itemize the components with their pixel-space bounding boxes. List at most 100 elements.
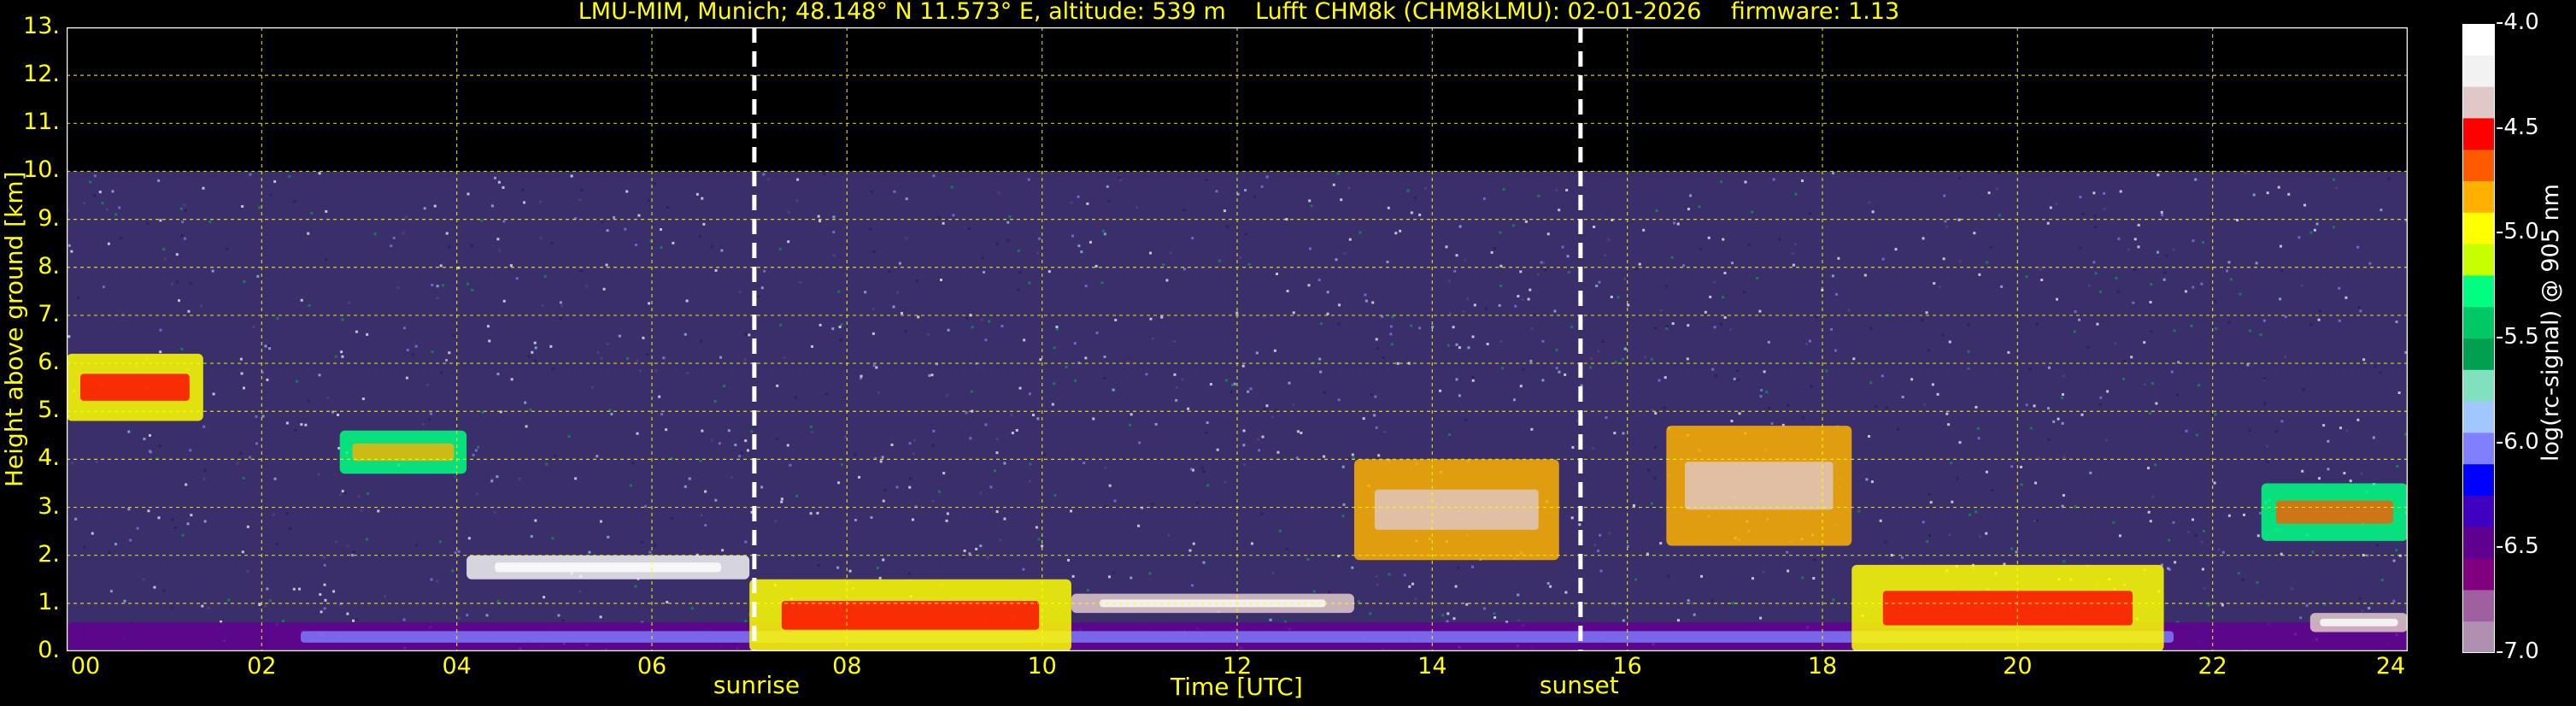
- noise-speck: [255, 442, 258, 445]
- noise-speck: [538, 200, 542, 203]
- noise-speck: [994, 469, 997, 473]
- colorbar-segment: [2462, 307, 2495, 339]
- y-tick-label: 0.: [38, 637, 60, 663]
- noise-speck: [878, 576, 882, 580]
- noise-speck: [1192, 542, 1195, 545]
- noise-speck: [1650, 357, 1653, 361]
- noise-speck: [722, 385, 725, 388]
- noise-speck: [979, 544, 983, 548]
- noise-speck: [654, 544, 657, 547]
- noise-speck: [1006, 238, 1010, 242]
- noise-speck: [396, 286, 400, 290]
- noise-speck: [1377, 454, 1381, 457]
- noise-speck: [119, 237, 122, 240]
- noise-speck: [2172, 521, 2175, 524]
- noise-speck: [187, 309, 191, 313]
- noise-speck: [1080, 250, 1083, 254]
- noise-speck: [1455, 254, 1458, 257]
- noise-speck: [1634, 578, 1638, 581]
- noise-speck: [2241, 578, 2244, 581]
- noise-speck: [2099, 290, 2103, 293]
- noise-speck: [872, 364, 876, 368]
- noise-speck: [2227, 261, 2231, 264]
- noise-speck: [2213, 481, 2216, 485]
- noise-speck: [2256, 581, 2259, 585]
- noise-speck: [2132, 301, 2135, 304]
- noise-speck: [1286, 289, 1289, 292]
- noise-speck: [1778, 238, 1781, 241]
- noise-speck: [1017, 249, 1020, 252]
- noise-speck: [1018, 271, 1022, 274]
- noise-speck: [684, 485, 687, 488]
- noise-speck: [323, 563, 326, 567]
- noise-speck: [2049, 206, 2052, 209]
- noise-speck: [180, 234, 184, 238]
- noise-speck: [1073, 342, 1077, 345]
- noise-speck: [1643, 356, 1646, 359]
- noise-speck: [1658, 379, 1661, 382]
- noise-speck: [2362, 358, 2366, 362]
- noise-speck: [1408, 585, 1411, 588]
- noise-speck: [1659, 542, 1663, 545]
- noise-speck: [1022, 568, 1025, 571]
- noise-speck: [2368, 262, 2372, 265]
- noise-speck: [275, 542, 279, 545]
- noise-speck: [2309, 323, 2313, 327]
- y-tick-label: 13.: [23, 13, 60, 39]
- noise-speck: [912, 438, 916, 442]
- noise-speck: [412, 353, 415, 356]
- noise-speck: [1792, 263, 1795, 267]
- noise-speck: [1985, 532, 1988, 535]
- noise-speck: [2209, 214, 2213, 217]
- noise-speck: [596, 350, 600, 354]
- noise-speck: [2151, 495, 2155, 498]
- noise-speck: [2318, 309, 2321, 313]
- noise-speck: [2262, 377, 2266, 380]
- noise-speck: [1148, 572, 1152, 575]
- noise-speck: [180, 347, 184, 350]
- noise-speck: [1570, 516, 1574, 520]
- noise-speck: [1604, 254, 1607, 257]
- noise-speck: [654, 369, 658, 373]
- colorbar-segment: [2462, 244, 2495, 277]
- noise-speck: [384, 595, 387, 598]
- noise-speck: [525, 425, 528, 428]
- noise-speck: [123, 599, 126, 603]
- noise-speck: [300, 298, 303, 302]
- noise-speck: [637, 214, 641, 217]
- noise-speck: [731, 476, 734, 479]
- noise-speck: [441, 284, 444, 287]
- noise-speck: [1541, 339, 1545, 343]
- noise-speck: [2061, 393, 2064, 397]
- feature-core-1: [79, 374, 190, 401]
- noise-speck: [809, 512, 813, 515]
- noise-speck: [189, 281, 192, 285]
- sunset-label: sunset: [1539, 671, 1619, 699]
- noise-speck: [1812, 577, 1816, 580]
- noise-speck: [1502, 187, 1505, 191]
- noise-speck: [1375, 575, 1378, 579]
- noise-speck: [1958, 177, 1962, 180]
- noise-speck: [599, 615, 602, 619]
- noise-speck: [983, 270, 986, 274]
- noise-speck: [744, 332, 748, 336]
- noise-speck: [1967, 350, 1970, 353]
- noise-speck: [1928, 493, 1931, 497]
- noise-speck: [727, 429, 731, 432]
- noise-speck: [796, 178, 800, 181]
- noise-speck: [494, 176, 497, 179]
- noise-speck: [2243, 513, 2246, 516]
- noise-speck: [340, 350, 343, 354]
- noise-speck: [2007, 350, 2010, 354]
- noise-speck: [1108, 484, 1112, 487]
- noise-speck: [1455, 378, 1458, 381]
- noise-speck: [1687, 208, 1690, 211]
- noise-speck: [1691, 602, 1694, 605]
- noise-speck: [175, 253, 179, 256]
- noise-speck: [1410, 324, 1413, 327]
- noise-speck: [774, 520, 777, 523]
- noise-speck: [1332, 183, 1335, 186]
- noise-speck: [1107, 199, 1111, 203]
- noise-speck: [596, 455, 599, 458]
- noise-speck: [1190, 584, 1194, 587]
